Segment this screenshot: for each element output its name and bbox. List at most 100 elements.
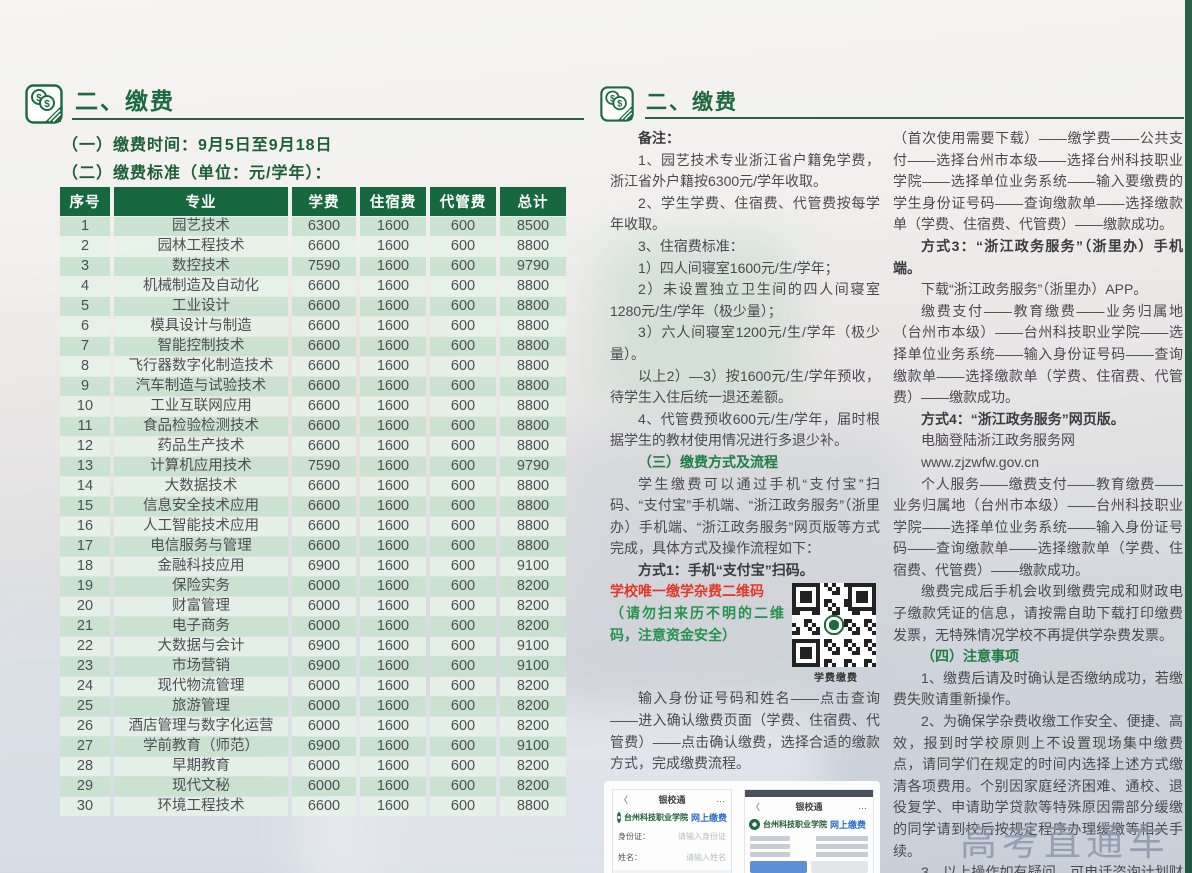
- table-cell: 600: [430, 397, 496, 416]
- brochure-page: $ $ 二、缴费 （一）缴费时间：9月5日至9月18日 （二）缴费标准（单位：元…: [0, 0, 1192, 873]
- id-placeholder: 请输入身份证: [678, 831, 726, 842]
- table-cell: 8800: [500, 317, 566, 336]
- paragraph: 4、代管费预收600元/生/学年，届时根据学生的教材使用情况进行多退少补。: [610, 409, 880, 452]
- app-title: 银校通: [659, 793, 686, 806]
- status-bar: [745, 790, 873, 797]
- table-cell: 600: [430, 537, 496, 556]
- table-cell: 600: [430, 657, 496, 676]
- paragraph: 2）未设置独立卫生间的四人间寝室1280元/生/学年（极少量）；: [610, 279, 880, 322]
- table-cell: 机械制造及自动化: [114, 277, 288, 296]
- table-cell: 1600: [360, 317, 426, 336]
- paragraph: （首次使用需要下载）——缴学费——公共支付——选择台州市本级——选择台州科技职业…: [893, 128, 1183, 236]
- table-row: 15信息安全技术应用660016006008800: [60, 497, 566, 516]
- back-icon: 〈: [619, 793, 628, 806]
- table-row: 16人工智能技术应用660016006008800: [60, 517, 566, 536]
- table-cell: 1600: [360, 637, 426, 656]
- table-cell: 1600: [360, 597, 426, 616]
- table-cell: 1600: [360, 717, 426, 736]
- table-cell: 6600: [292, 237, 356, 256]
- table-row: 4机械制造及自动化660016006008800: [60, 277, 566, 296]
- table-row: 3数控技术759016006009790: [60, 257, 566, 276]
- table-cell: 6600: [292, 477, 356, 496]
- table-cell: 600: [430, 777, 496, 796]
- table-cell: 21: [60, 617, 110, 636]
- table-cell: 8200: [500, 597, 566, 616]
- table-cell: 汽车制造与试验技术: [114, 377, 288, 396]
- table-cell: 6600: [292, 377, 356, 396]
- table-cell: 600: [430, 457, 496, 476]
- table-cell: 1600: [360, 457, 426, 476]
- table-cell: 1: [60, 217, 110, 236]
- table-cell: 8800: [500, 337, 566, 356]
- table-cell: 8800: [500, 537, 566, 556]
- more-icon: …: [858, 801, 867, 811]
- table-cell: 学前教育（师范）: [114, 737, 288, 756]
- paragraph: 电脑登陆浙江政务服务网: [893, 430, 1183, 452]
- table-cell: 1600: [360, 517, 426, 536]
- table-row: 22大数据与会计690016006009100: [60, 637, 566, 656]
- more-icon: …: [716, 794, 725, 804]
- qr-paragraph-block: 学费缴费 学校唯一缴学杂费二维码 （请勿扫来历不明的二维码，注意资金安全）: [610, 581, 880, 688]
- table-cell: 1600: [360, 437, 426, 456]
- table-cell: 8800: [500, 477, 566, 496]
- paragraph: 缴费完成后手机会收到缴费完成和财政电子缴款凭证的信息，请按需自助下载打印缴费发票…: [893, 581, 1183, 646]
- table-row: 8飞行器数字化制造技术660016006008800: [60, 357, 566, 376]
- table-cell: 6000: [292, 597, 356, 616]
- table-cell: 6600: [292, 537, 356, 556]
- table-cell: 600: [430, 597, 496, 616]
- left-section-header: $ $ 二、缴费: [25, 84, 175, 129]
- table-cell: 8800: [500, 297, 566, 316]
- table-cell: 2: [60, 237, 110, 256]
- table-cell: 18: [60, 557, 110, 576]
- paragraph: 1、园艺技术专业浙江省户籍免学费，浙江省外户籍按6300元/学年收取。: [610, 150, 880, 193]
- paragraph: 下载“浙江政务服务”（浙里办）APP。: [893, 279, 1183, 301]
- paragraph: 方式4：“浙江政务服务”网页版。: [893, 409, 1183, 431]
- table-row: 23市场营销690016006009100: [60, 657, 566, 676]
- right-section-title: 二、缴费: [646, 86, 738, 120]
- screenshot-1: 〈 银校通 … 台州科技职业学院 网上缴费 身份证： 请输入身份证 姓名：: [610, 789, 734, 873]
- info-row: [750, 852, 868, 857]
- column-header: 序号: [60, 187, 110, 216]
- table-cell: 5: [60, 297, 110, 316]
- table-cell: 600: [430, 257, 496, 276]
- table-cell: 信息安全技术应用: [114, 497, 288, 516]
- table-cell: 药品生产技术: [114, 437, 288, 456]
- table-cell: 8800: [500, 517, 566, 536]
- table-cell: 600: [430, 557, 496, 576]
- table-cell: 600: [430, 337, 496, 356]
- school-name: 台州科技职业学院: [763, 819, 827, 830]
- paragraph: www.zjzwfw.gov.cn: [893, 452, 1183, 474]
- table-cell: 6000: [292, 757, 356, 776]
- table-cell: 1600: [360, 357, 426, 376]
- table-cell: 27: [60, 737, 110, 756]
- table-cell: 1600: [360, 577, 426, 596]
- table-cell: 数控技术: [114, 257, 288, 276]
- app-screenshot-login: 〈 银校通 … 台州科技职业学院 网上缴费 身份证： 请输入身份证 姓名：: [612, 789, 732, 873]
- table-row: 28早期教育600016006008200: [60, 757, 566, 776]
- table-cell: 9100: [500, 657, 566, 676]
- table-cell: 10: [60, 397, 110, 416]
- table-cell: 园艺技术: [114, 217, 288, 236]
- table-cell: 600: [430, 677, 496, 696]
- table-cell: 1600: [360, 777, 426, 796]
- table-cell: 8800: [500, 497, 566, 516]
- table-cell: 7590: [292, 457, 356, 476]
- table-row: 11食品检验检测技术660016006008800: [60, 417, 566, 436]
- table-cell: 23: [60, 657, 110, 676]
- table-cell: 1600: [360, 797, 426, 816]
- school-name: 台州科技职业学院: [624, 812, 688, 823]
- table-cell: 8200: [500, 617, 566, 636]
- table-cell: 电信服务与管理: [114, 537, 288, 556]
- table-cell: 7590: [292, 257, 356, 276]
- table-cell: 8200: [500, 757, 566, 776]
- table-cell: 工业互联网应用: [114, 397, 288, 416]
- paragraph: 2、学生学费、住宿费、代管费按每学年收取。: [610, 193, 880, 236]
- table-cell: 模具设计与制造: [114, 317, 288, 336]
- qr-block: 学费缴费: [792, 583, 880, 684]
- table-cell: 1600: [360, 757, 426, 776]
- table-cell: 14: [60, 477, 110, 496]
- school-logo-icon: [749, 819, 760, 830]
- table-row: 29现代文秘600016006008200: [60, 777, 566, 796]
- table-row: 13计算机应用技术759016006009790: [60, 457, 566, 476]
- table-cell: 13: [60, 457, 110, 476]
